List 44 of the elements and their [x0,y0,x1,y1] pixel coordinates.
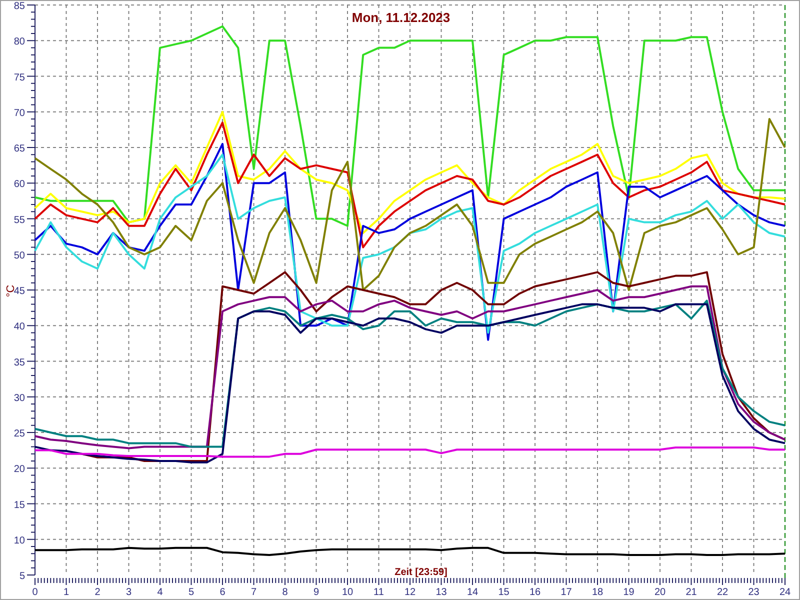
x-tick-label: 0 [32,587,38,598]
y-tick-label: 15 [14,500,25,511]
y-tick-label: 10 [14,535,25,546]
y-tick-label: 30 [14,392,25,404]
y-tick-label: 60 [14,179,25,190]
x-tick-label: 11 [374,587,384,598]
x-tick-label: 1 [63,587,70,598]
x-tick-label: 24 [779,587,791,598]
y-tick-label: 85 [14,1,25,12]
y-tick-label: 75 [14,72,25,84]
chart-title: Mon, 11.12.2023 [352,10,450,25]
y-tick-label: 65 [14,144,25,154]
x-tick-label: 13 [436,587,447,598]
y-tick-label: 5 [19,571,25,582]
y-tick-label: 45 [14,286,25,297]
y-tick-label: 40 [14,322,25,333]
x-tick-label: 16 [529,587,541,598]
x-tick-label: 12 [404,587,416,598]
y-tick-label: 80 [14,36,25,48]
x-tick-label: 14 [466,587,478,598]
y-tick-label: 25 [14,428,25,440]
x-tick-label: 8 [282,587,288,598]
x-tick-label: 23 [748,587,760,598]
x-tick-label: 7 [250,587,257,598]
y-tick-label: 20 [14,464,25,476]
x-tick-label: 15 [498,587,510,598]
x-tick-label: 9 [313,587,320,598]
x-tick-label: 22 [716,587,728,598]
x-tick-label: 21 [686,587,697,598]
x-tick-label: 5 [188,587,194,598]
x-tick-label: 4 [157,587,163,598]
y-tick-label: 35 [14,357,25,368]
x-tick-label: 19 [623,587,634,598]
x-tick-label: 18 [592,587,604,598]
x-tick-label: 10 [342,587,354,598]
x-tick-label: 2 [94,587,100,598]
y-tick-label: 55 [14,214,25,226]
x-tick-label: 3 [126,587,132,598]
x-tick-label: 17 [560,587,572,598]
x-axis-label: Zeit [23:59] [394,567,448,578]
x-tick-label: 20 [654,587,666,598]
y-tick-label: 70 [14,108,25,119]
x-tick-label: 6 [220,587,226,598]
y-tick-label: 50 [14,250,25,262]
